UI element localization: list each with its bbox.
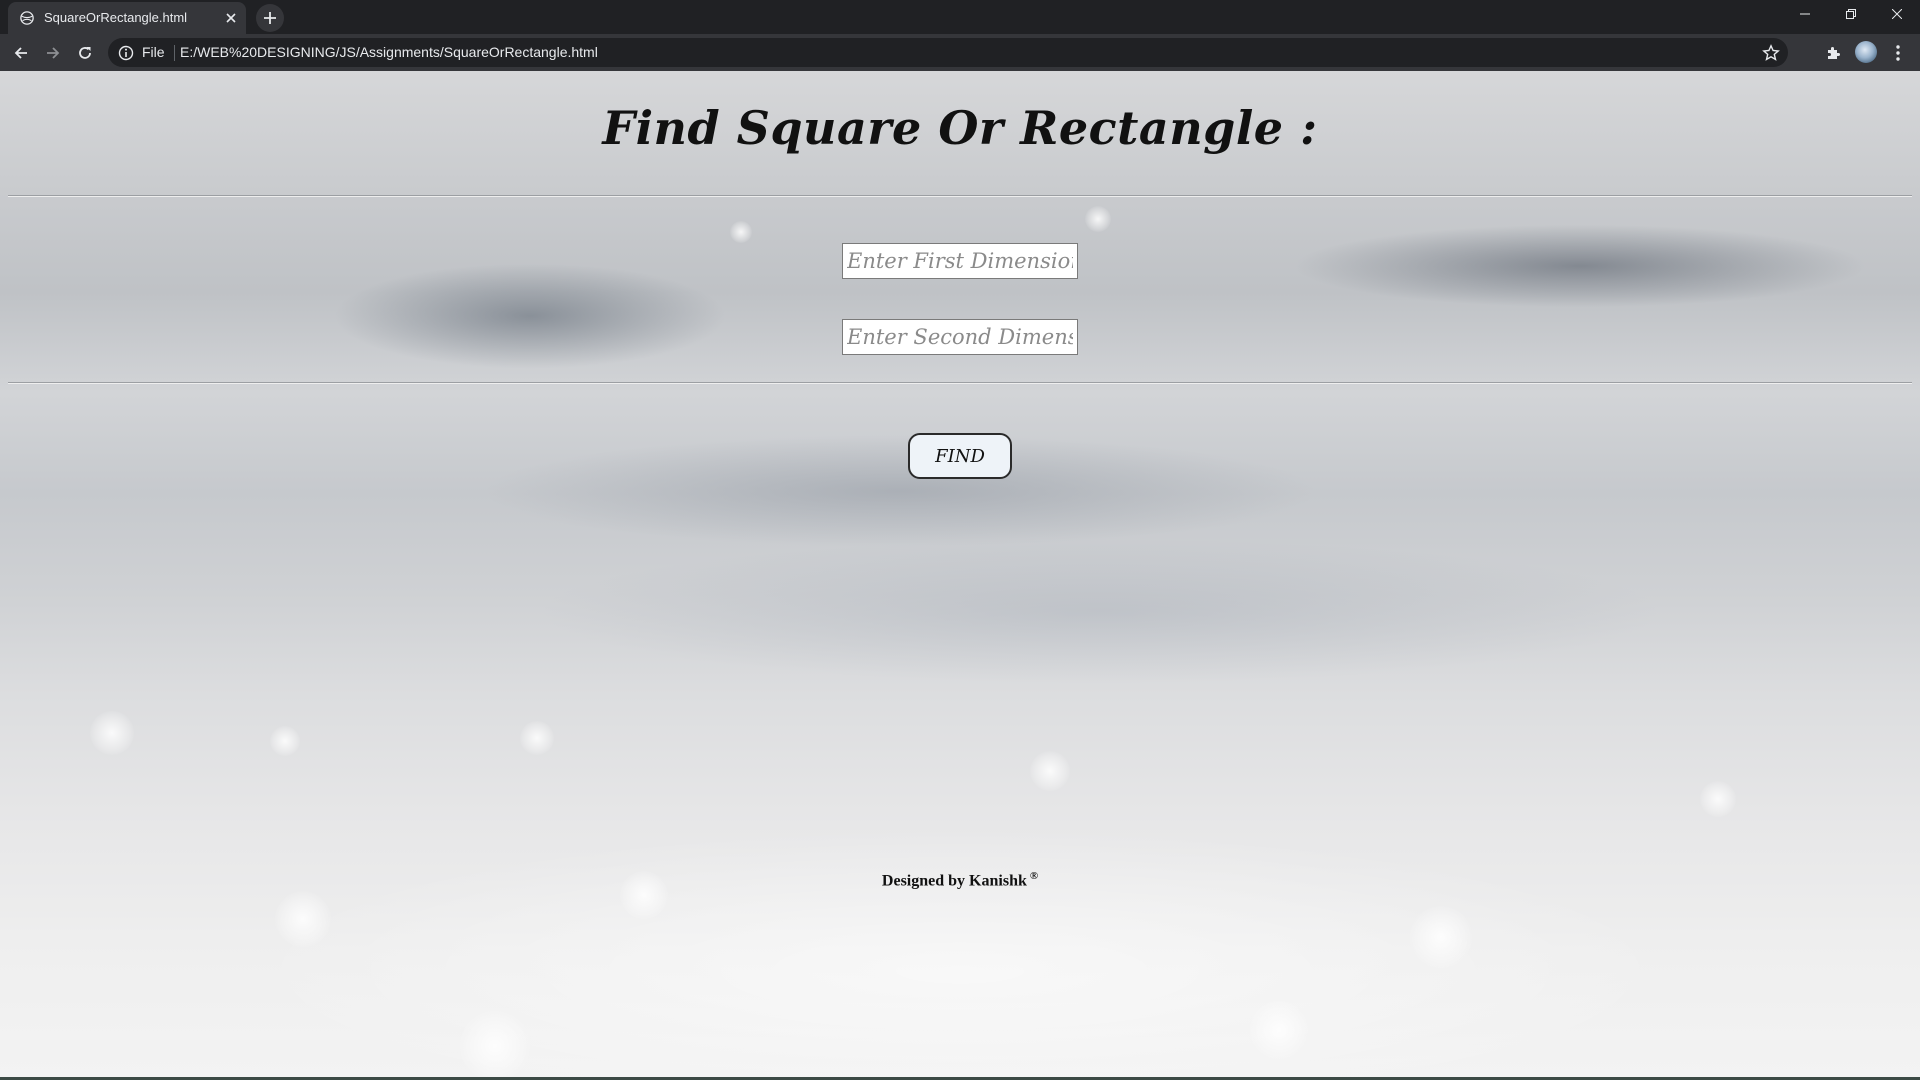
second-dimension-input[interactable]	[842, 319, 1078, 355]
tab-active[interactable]: SquareOrRectangle.html	[8, 2, 246, 34]
footer-credit: Designed by Kanishk ®	[0, 870, 1920, 890]
forward-icon[interactable]	[40, 40, 66, 66]
sparkle	[275, 891, 331, 947]
sparkle	[1085, 206, 1111, 232]
browser-toolbar: File E:/WEB%20DESIGNING/JS/Assignments/S…	[0, 34, 1920, 71]
minimize-icon[interactable]	[1782, 0, 1828, 28]
close-tab-icon[interactable]	[222, 9, 240, 27]
first-dimension-input[interactable]	[842, 243, 1078, 279]
sparkle	[730, 221, 752, 243]
url-text[interactable]: E:/WEB%20DESIGNING/JS/Assignments/Square…	[180, 44, 598, 60]
back-icon[interactable]	[8, 40, 34, 66]
url-separator	[174, 45, 175, 61]
middle-divider	[8, 382, 1912, 384]
reload-icon[interactable]	[72, 40, 98, 66]
restore-icon[interactable]	[1828, 0, 1874, 28]
footer-text: Designed by Kanishk	[881, 872, 1027, 890]
profile-avatar[interactable]	[1855, 41, 1877, 63]
tab-title: SquareOrRectangle.html	[44, 10, 188, 25]
registered-mark: ®	[1029, 870, 1039, 882]
menu-dots-icon[interactable]	[1885, 40, 1911, 66]
info-icon[interactable]	[118, 45, 134, 61]
page-viewport: Find Square Or Rectangle : FIND Designed…	[0, 71, 1920, 1077]
page-title: Find Square Or Rectangle :	[602, 101, 1318, 155]
find-button[interactable]: FIND	[908, 433, 1012, 479]
address-bar[interactable]: File E:/WEB%20DESIGNING/JS/Assignments/S…	[108, 38, 1788, 67]
extensions-icon[interactable]	[1820, 40, 1846, 66]
sparkle	[1030, 751, 1070, 791]
close-window-icon[interactable]	[1874, 0, 1920, 28]
top-divider	[8, 195, 1912, 197]
url-scheme: File	[142, 44, 165, 60]
sparkle	[1250, 1001, 1308, 1059]
sparkle	[460, 1011, 530, 1077]
bookmark-star-icon[interactable]	[1762, 44, 1780, 62]
new-tab-icon[interactable]	[256, 4, 284, 32]
sparkle	[520, 721, 554, 755]
sparkle	[1700, 781, 1736, 817]
sparkle	[1410, 906, 1472, 968]
globe-icon	[20, 11, 34, 25]
sparkle	[90, 711, 134, 755]
tab-strip: SquareOrRectangle.html	[0, 0, 1920, 34]
browser-window: SquareOrRectangle.html File E:/WEB%20DES…	[0, 0, 1920, 1080]
sparkle	[270, 726, 300, 756]
